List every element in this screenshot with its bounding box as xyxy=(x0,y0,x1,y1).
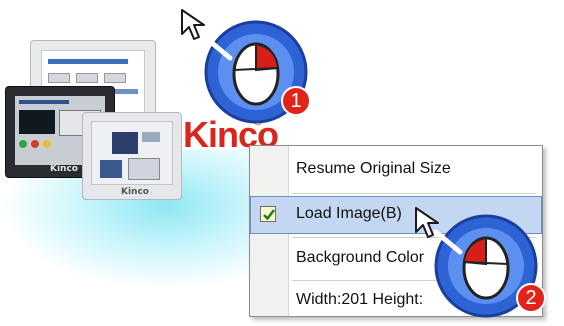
menu-item-label: Background Color xyxy=(296,249,425,266)
menu-item-resume-original-size[interactable]: Resume Original Size xyxy=(250,151,542,189)
step-badge-1: 1 xyxy=(281,86,311,116)
menu-item-label: Resume Original Size xyxy=(296,160,451,177)
panel-brand-label: Kinco xyxy=(121,187,149,197)
panel-brand-label: Kinco xyxy=(50,164,78,174)
checkmark-icon xyxy=(260,206,276,222)
hmi-panel-front-image: Kinco xyxy=(82,112,182,200)
menu-item-label: Load Image(B) xyxy=(296,205,402,222)
menu-item-label: Width:201 Height: xyxy=(296,291,424,308)
step-badge-2: 2 xyxy=(516,283,546,313)
menu-separator xyxy=(292,193,536,194)
